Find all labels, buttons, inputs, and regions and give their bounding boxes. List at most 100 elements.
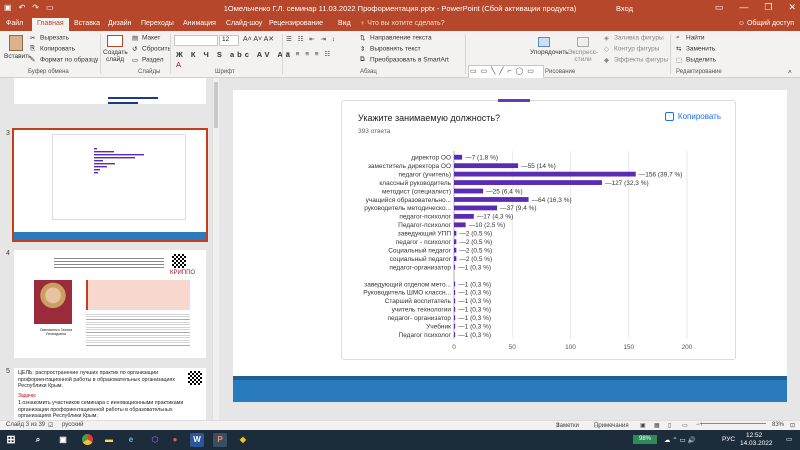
file-explorer-icon[interactable]: ▬ — [102, 433, 116, 447]
slide-thumbnail-5[interactable]: ЦЕЛЬ: распространение лучших практик по … — [14, 368, 206, 420]
spellcheck-icon[interactable]: ☑ — [48, 422, 53, 429]
title-bar: ▣ ↶ ↷ ▭ 1Омельченко Г.Л. семинар 11.03.2… — [0, 0, 800, 18]
thumbnail-scrollbar[interactable] — [212, 78, 219, 420]
zoom-level[interactable]: 83% — [772, 422, 784, 428]
slide-thumbnail-4[interactable]: КРИППО Омельченко Галина Леонидовна — [14, 250, 206, 358]
edge-icon[interactable]: e — [124, 433, 138, 447]
text-direction-button[interactable]: ⇅ Направление текста — [360, 34, 432, 42]
search-icon: ⌕ — [676, 34, 680, 41]
chrome-icon[interactable] — [80, 433, 94, 447]
powerpoint-icon[interactable]: P — [213, 433, 227, 447]
font-format-buttons[interactable]: Ж К Ч S abc AV Aa — [176, 50, 293, 59]
quick-styles-button[interactable]: Экспресс-стили — [566, 37, 600, 63]
outline-icon: ◇ — [604, 46, 609, 53]
tab-file[interactable]: Файл — [6, 20, 23, 27]
data-label: —1 (0,3 %) — [458, 307, 491, 314]
shape-effects-button[interactable]: ◆ Эффекты фигуры — [604, 56, 668, 64]
section-label: Раздел — [142, 56, 164, 64]
shape-fill-label: Заливка фигуры — [614, 34, 664, 42]
scrollbar-thumb[interactable] — [214, 82, 218, 128]
x-tick-label: 200 — [682, 344, 693, 351]
fit-slide-icon[interactable]: ⊡ — [790, 422, 795, 429]
current-slide[interactable]: Укажите занимаемую должность? 393 ответа… — [233, 90, 787, 402]
shape-fill-button[interactable]: ◈ Заливка фигуры — [604, 34, 664, 42]
sign-in-link[interactable]: Вход — [616, 4, 633, 13]
align-buttons[interactable]: ≡ ≡ ≡ ≡ ☷ — [286, 50, 332, 58]
ribbon: Вставить ✂ Вырезать ⎘ Копировать ✎ Формат п… — [0, 31, 800, 95]
tab-slideshow[interactable]: Слайд-шоу — [226, 20, 262, 27]
data-label: —64 (16,3 %) — [532, 197, 572, 204]
restore-icon[interactable]: ❐ — [764, 2, 772, 13]
clock-time[interactable]: 12:52 — [746, 432, 762, 439]
data-label: —17 (4,3 %) — [477, 214, 514, 221]
language-indicator[interactable]: русский — [62, 422, 84, 428]
search-icon[interactable]: ⌕ — [31, 433, 45, 447]
tab-design[interactable]: Дизайн — [108, 20, 132, 27]
share-button[interactable]: ☺ Общий доступ — [738, 20, 794, 27]
keyboard-language[interactable]: РУС — [722, 436, 735, 443]
tab-insert[interactable]: Вставка — [74, 20, 100, 27]
ribbon-display-icon[interactable]: ▭ — [715, 2, 724, 13]
reset-button[interactable]: ↺ Сбросить — [132, 45, 171, 53]
teams-icon[interactable]: ⬡ — [148, 433, 162, 447]
clock-date[interactable]: 14.03.2022 — [740, 440, 773, 447]
tell-me-search[interactable]: ♀ Что вы хотите сделать? — [360, 20, 445, 27]
new-slide-button[interactable]: Создать слайд — [103, 35, 128, 63]
tab-animations[interactable]: Анимация — [183, 20, 216, 27]
paste-button[interactable]: Вставить — [4, 35, 32, 60]
tab-home[interactable]: Главная — [32, 18, 69, 31]
paste-icon — [9, 35, 23, 51]
bar — [454, 247, 457, 253]
system-tray-icons[interactable]: ☁ ⌃ ▭ 🔊 — [664, 436, 696, 444]
media-app-icon[interactable]: ● — [168, 433, 182, 447]
layout-button[interactable]: ▤ Макет — [132, 34, 160, 42]
section-button[interactable]: ▭ Раздел — [132, 56, 163, 64]
group-clipboard: Буфер обмена — [28, 69, 69, 75]
brush-icon: ✎ — [30, 57, 36, 64]
zoom-slider[interactable]: − + — [696, 422, 766, 428]
normal-view-icon[interactable]: ▣ — [640, 422, 646, 429]
select-button[interactable]: ⬚ Выделить — [676, 56, 716, 64]
pdf-app-icon[interactable]: ◆ — [236, 433, 250, 447]
bar — [454, 205, 498, 211]
collapse-ribbon-icon[interactable]: ˄ — [788, 69, 792, 76]
list-buttons[interactable]: ☰ ☷ ⇤ ⇥ ↕ — [286, 35, 337, 43]
thumbnail-link-text — [108, 97, 158, 99]
new-slide-label: Создать слайд — [103, 49, 128, 63]
tab-review[interactable]: Рецензирование — [269, 20, 323, 27]
data-label: —1 (0,3 %) — [458, 264, 491, 271]
category-label: педагог-организатор — [389, 264, 451, 271]
close-icon[interactable]: ✕ — [788, 2, 796, 13]
slide-thumbnail-3[interactable] — [12, 128, 208, 242]
align-text-icon: ⇕ — [360, 46, 366, 53]
replace-button[interactable]: ⇆ Заменить — [676, 45, 715, 53]
shape-effects-label: Эффекты фигуры — [614, 56, 669, 64]
align-text-button[interactable]: ⇕ Выровнять текст — [360, 45, 421, 53]
minimize-icon[interactable]: — — [739, 2, 748, 13]
word-icon[interactable]: W — [190, 433, 204, 447]
cut-button[interactable]: ✂ Вырезать — [30, 34, 69, 42]
slideshow-view-icon[interactable]: ▭ — [682, 422, 688, 429]
tab-transitions[interactable]: Переходы — [141, 20, 174, 27]
arrange-button[interactable]: Упорядочить — [530, 37, 569, 56]
format-painter-button[interactable]: ✎ Формат по образцу — [30, 56, 98, 64]
data-label: —7 (1,8 %) — [465, 155, 498, 162]
windows-start-icon[interactable]: ⊞ — [4, 433, 18, 447]
font-size-box[interactable]: 12 — [219, 35, 239, 46]
shape-outline-button[interactable]: ◇ Контур фигуры — [604, 45, 659, 53]
task-view-icon[interactable]: ▣ — [56, 433, 70, 447]
smartart-button[interactable]: ⧉ Преобразовать в SmartArt — [360, 56, 449, 64]
font-name-box[interactable] — [174, 35, 218, 46]
font-size-buttons[interactable]: A˄ A˅ A✕ — [243, 35, 274, 43]
notifications-icon[interactable]: ▭ — [786, 435, 792, 443]
copy-button[interactable]: ⎘ Копировать — [30, 45, 75, 53]
copy-icon: ⎘ — [30, 45, 36, 52]
tab-view[interactable]: Вид — [338, 20, 351, 27]
slide-sorter-icon[interactable]: ▦ — [654, 422, 660, 429]
battery-indicator[interactable]: 98% — [633, 435, 657, 444]
font-color-button[interactable]: A — [176, 60, 184, 69]
separator — [170, 34, 171, 74]
bar — [454, 197, 529, 202]
reading-view-icon[interactable]: ▯ — [668, 422, 671, 429]
find-button[interactable]: ⌕ Найти — [676, 34, 705, 42]
